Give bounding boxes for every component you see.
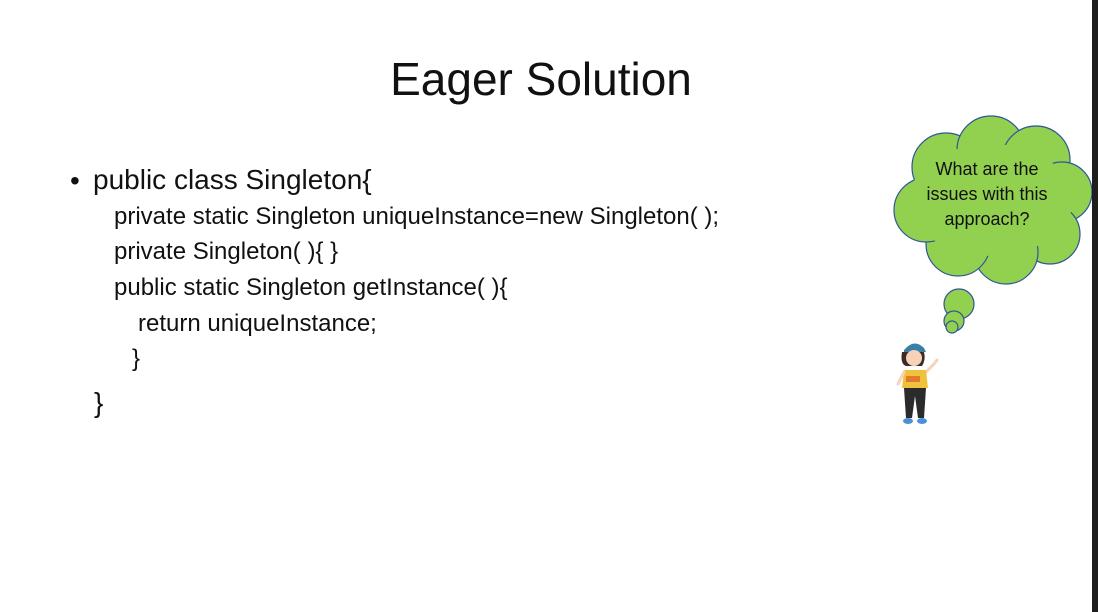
code-line-return: return uniqueInstance; (138, 310, 377, 337)
slide-canvas: Eager Solution • public class Singleton{… (0, 0, 1093, 612)
code-line-method-close: } (132, 345, 141, 372)
girl-cartoon-icon (896, 343, 939, 424)
code-line-class-declaration: public class Singleton{ (93, 164, 372, 195)
code-line-field: private static Singleton uniqueInstance=… (114, 203, 720, 230)
code-line-constructor: private Singleton( ){ } (114, 238, 339, 265)
window-edge (1092, 0, 1098, 612)
thought-cloud-text: What are the issues with this approach? (926, 159, 1048, 229)
code-line-class-close: } (94, 387, 104, 418)
code-line-method-signature: public static Singleton getInstance( ){ (114, 274, 508, 301)
slide-title: Eager Solution (390, 53, 692, 105)
bullet-marker: • (70, 165, 80, 196)
